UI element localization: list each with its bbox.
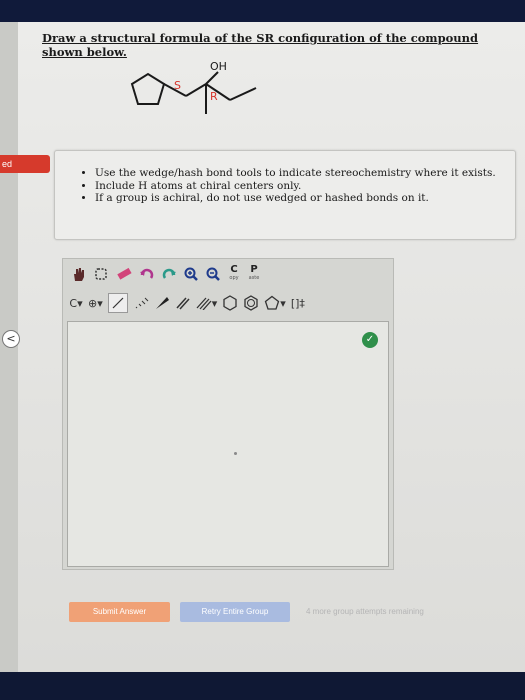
charge-selector[interactable]: ⊕ ▾ bbox=[88, 294, 103, 312]
wedge-bond-icon[interactable] bbox=[154, 294, 170, 312]
eraser-icon[interactable] bbox=[115, 265, 133, 283]
browser-top-bar bbox=[0, 0, 525, 22]
zoom-out-icon[interactable] bbox=[205, 265, 221, 283]
copy-label: C bbox=[230, 264, 238, 275]
redo-icon[interactable] bbox=[161, 265, 177, 283]
element-label: C bbox=[69, 296, 78, 310]
oh-label: OH bbox=[210, 60, 227, 73]
drawing-canvas[interactable]: ✓ bbox=[67, 321, 389, 567]
double-bond-icon[interactable] bbox=[175, 294, 191, 312]
paste-sublabel: aste bbox=[248, 275, 260, 281]
element-selector[interactable]: C ▾ bbox=[69, 294, 83, 312]
chevron-down-icon: ▾ bbox=[77, 296, 83, 310]
zoom-in-icon[interactable] bbox=[183, 265, 199, 283]
copy-button[interactable]: C opy bbox=[227, 265, 241, 283]
hand-icon[interactable] bbox=[71, 265, 87, 283]
pentagon-ring-selector[interactable]: ▾ bbox=[264, 294, 286, 312]
collapse-panel-button[interactable]: < bbox=[2, 330, 20, 348]
hint-box: Use the wedge/hash bond tools to indicat… bbox=[54, 150, 516, 240]
triple-bond-selector[interactable]: ▾ bbox=[196, 294, 218, 312]
editor-toolbar-top: C opy P aste bbox=[63, 259, 393, 289]
single-bond-tool[interactable] bbox=[107, 293, 128, 313]
chevron-down-icon: ▾ bbox=[211, 296, 218, 310]
bond-center-oh bbox=[205, 71, 219, 85]
left-status-tab[interactable]: ed bbox=[0, 155, 50, 173]
hexagon-ring-icon[interactable] bbox=[222, 294, 238, 312]
hint-item: Include H atoms at chiral centers only. bbox=[95, 180, 515, 193]
question-prompt: Draw a structural formula of the SR conf… bbox=[42, 31, 479, 59]
cyclopentane-ring bbox=[130, 72, 166, 105]
retry-group-button[interactable]: Retry Entire Group bbox=[180, 602, 290, 622]
charge-plus-icon: ⊕ bbox=[88, 296, 98, 310]
bond-center-ethyl-2 bbox=[229, 87, 257, 101]
hash-bond-icon[interactable] bbox=[133, 294, 149, 312]
benzene-ring-icon[interactable] bbox=[243, 294, 259, 312]
bond-chain-center bbox=[185, 83, 207, 97]
paste-label: P bbox=[250, 264, 258, 275]
hint-item: If a group is achiral, do not use wedged… bbox=[95, 192, 515, 205]
check-icon[interactable]: ✓ bbox=[362, 332, 378, 348]
copy-sublabel: opy bbox=[229, 275, 239, 281]
canvas-cursor-dot bbox=[234, 452, 237, 455]
attempts-remaining-text: 4 more group attempts remaining bbox=[306, 607, 424, 616]
paste-button[interactable]: P aste bbox=[247, 265, 261, 283]
hint-item: Use the wedge/hash bond tools to indicat… bbox=[95, 167, 515, 180]
lasso-icon[interactable] bbox=[93, 265, 109, 283]
r-stereo-label: R bbox=[210, 90, 218, 103]
taskbar bbox=[0, 672, 525, 700]
chevron-down-icon: ▾ bbox=[97, 296, 103, 310]
submit-answer-button[interactable]: Submit Answer bbox=[69, 602, 170, 622]
undo-icon[interactable] bbox=[139, 265, 155, 283]
chevron-down-icon: ▾ bbox=[280, 296, 286, 310]
hint-list: Use the wedge/hash bond tools to indicat… bbox=[55, 151, 515, 205]
compound-structure: OH S R bbox=[130, 60, 257, 114]
s-stereo-label: S bbox=[174, 79, 181, 92]
bracket-tool[interactable]: []‡ bbox=[291, 294, 305, 312]
structure-editor: C opy P aste C ▾ ⊕ ▾ ▾ ▾ []‡ ✓ bbox=[62, 258, 394, 570]
editor-toolbar-bottom: C ▾ ⊕ ▾ ▾ ▾ []‡ bbox=[63, 289, 393, 317]
